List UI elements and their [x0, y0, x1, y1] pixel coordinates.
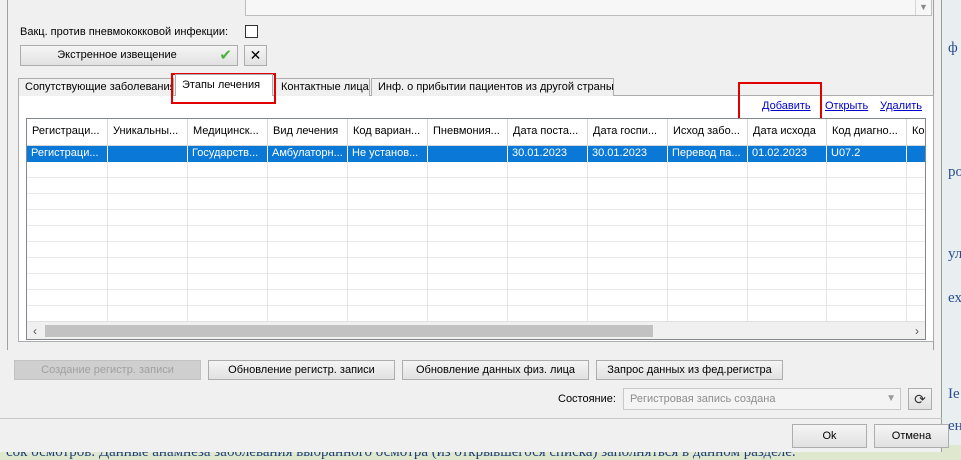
- tab-arrival-info[interactable]: Инф. о прибытии пациентов из другой стра…: [371, 78, 614, 96]
- scrollbar-thumb[interactable]: [45, 325, 653, 337]
- grid-column-header[interactable]: Медицинск...: [188, 119, 268, 146]
- empty-row: [27, 226, 925, 242]
- update-person-button[interactable]: Обновление данных физ. лица: [402, 360, 589, 380]
- grid-column-header[interactable]: Пневмония...: [428, 119, 508, 146]
- horizontal-scrollbar[interactable]: ‹ ›: [27, 321, 925, 339]
- emergency-notice-label: Экстренное извещение: [57, 49, 177, 61]
- tab-contacts[interactable]: Контактные лица: [274, 78, 370, 96]
- request-federal-button[interactable]: Запрос данных из фед.регистра: [596, 360, 783, 380]
- grid-column-header[interactable]: Дата госпи...: [588, 119, 668, 146]
- grid-cell: 30.01.2023: [508, 146, 588, 162]
- empty-row: [27, 242, 925, 258]
- scroll-right-icon[interactable]: ›: [909, 322, 925, 339]
- grid-cell: Перевод па...: [668, 146, 748, 162]
- empty-row: [27, 178, 925, 194]
- grid-column-header[interactable]: Исход забо...: [668, 119, 748, 146]
- bg-fragment: ф: [948, 40, 958, 56]
- grid-cell: 01.02.2023: [748, 146, 827, 162]
- empty-row: [27, 162, 925, 178]
- grid-header: Регистраци... Уникальны... Медицинск... …: [27, 119, 925, 146]
- grid-cell: Амбулаторн...: [268, 146, 348, 162]
- tab-treatment-stages[interactable]: Этапы лечения: [175, 74, 273, 96]
- update-record-button[interactable]: Обновление регистр. записи: [208, 360, 395, 380]
- grid-cell: Регистраци...: [27, 146, 108, 162]
- state-select[interactable]: Регистровая запись создана ▼: [623, 388, 901, 410]
- close-icon: ✕: [249, 47, 262, 63]
- clear-emergency-button[interactable]: ✕: [244, 45, 267, 66]
- empty-row: [27, 306, 925, 322]
- bg-fragment: ен: [948, 418, 961, 434]
- grid-column-header[interactable]: Дата поста...: [508, 119, 588, 146]
- background-document-right-edge: ф ро ул ех Ie ен: [942, 0, 961, 460]
- treatment-stages-grid[interactable]: Регистраци... Уникальны... Медицинск... …: [26, 118, 926, 340]
- empty-row: [27, 210, 925, 226]
- grid-cell: 30.01.2023: [588, 146, 668, 162]
- scroll-down-icon[interactable]: ▼: [915, 0, 931, 15]
- group-border-left: [7, 0, 8, 350]
- grid-cell: [108, 146, 188, 162]
- ok-button[interactable]: Ok: [792, 424, 867, 448]
- open-link[interactable]: Открыть: [825, 100, 868, 112]
- footer-separator: [0, 418, 942, 419]
- vaccine-checkbox[interactable]: [245, 25, 258, 38]
- state-value: Регистровая запись создана: [630, 393, 776, 405]
- grid-column-header[interactable]: Ко: [907, 119, 925, 146]
- scroll-left-icon[interactable]: ‹: [27, 322, 43, 339]
- empty-row: [27, 194, 925, 210]
- bg-fragment: ех: [948, 290, 961, 306]
- empty-row: [27, 258, 925, 274]
- grid-cell: Не установ...: [348, 146, 428, 162]
- grid-column-header[interactable]: Код диагно...: [827, 119, 907, 146]
- delete-link[interactable]: Удалить: [880, 100, 922, 112]
- tab-concomitant-diseases[interactable]: Сопутствующие заболевания: [18, 78, 174, 96]
- grid-cell: U07.2: [827, 146, 907, 162]
- top-text-field[interactable]: ▼: [245, 0, 932, 16]
- grid-column-header[interactable]: Вид лечения: [268, 119, 348, 146]
- grid-column-header[interactable]: Дата исхода: [748, 119, 827, 146]
- highlight-box-add: [738, 82, 822, 123]
- refresh-button[interactable]: ⟳: [908, 388, 932, 410]
- state-label: Состояние:: [558, 393, 616, 405]
- checkmark-icon: ✔: [219, 47, 232, 64]
- register-dialog: ▼ Вакц. против пневмококковой инфекции: …: [0, 0, 949, 452]
- bg-fragment: ро: [948, 164, 961, 180]
- grid-column-header[interactable]: Код вариан...: [348, 119, 428, 146]
- grid-column-header[interactable]: Уникальны...: [108, 119, 188, 146]
- bg-fragment: Ie: [948, 386, 960, 402]
- grid-cell: [907, 146, 925, 162]
- create-record-button[interactable]: Создание регистр. записи: [14, 360, 201, 380]
- cancel-button[interactable]: Отмена: [874, 424, 949, 448]
- grid-cell: [428, 146, 508, 162]
- grid-cell: Государств...: [188, 146, 268, 162]
- vaccine-label: Вакц. против пневмококковой инфекции:: [20, 26, 229, 38]
- empty-row: [27, 290, 925, 306]
- empty-row: [27, 274, 925, 290]
- chevron-down-icon[interactable]: ▼: [886, 389, 896, 409]
- emergency-notice-button[interactable]: Экстренное извещение ✔: [20, 45, 238, 66]
- grid-column-header[interactable]: Регистраци...: [27, 119, 108, 146]
- table-row[interactable]: Регистраци... Государств... Амбулаторн..…: [27, 146, 925, 162]
- bg-fragment: ул: [948, 246, 961, 262]
- refresh-icon: ⟳: [914, 391, 926, 407]
